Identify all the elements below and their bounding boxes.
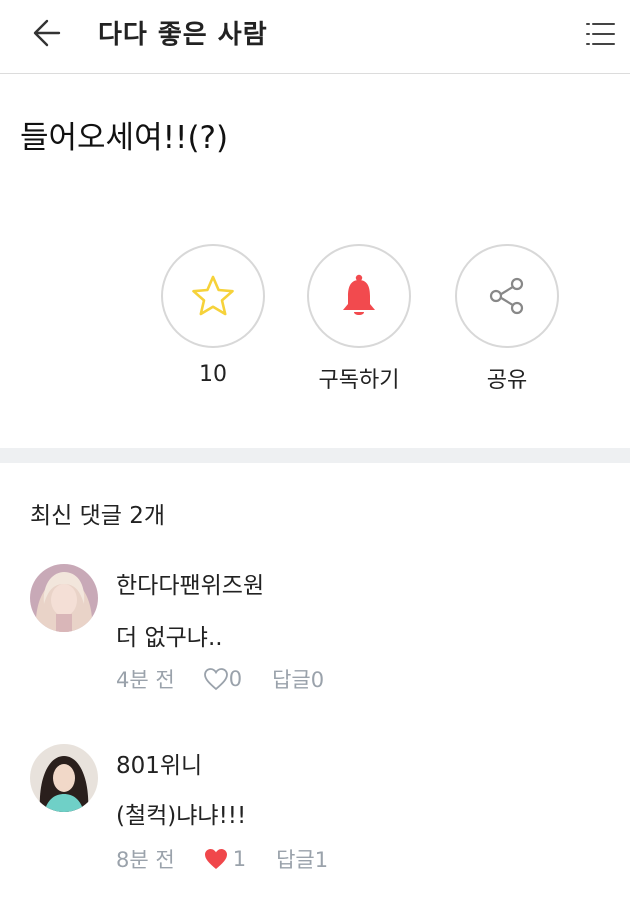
comment-meta: 8분 전 1 답글1 xyxy=(116,844,328,874)
favorite-count: 10 xyxy=(199,362,227,387)
comment-author[interactable]: 801위니 xyxy=(116,746,202,780)
comment-time: 4분 전 xyxy=(116,668,175,692)
heart-outline-icon xyxy=(203,668,228,691)
like-count: 1 xyxy=(232,847,247,871)
subscribe-label: 구독하기 xyxy=(318,368,400,393)
avatar-image xyxy=(30,744,98,812)
share-icon xyxy=(489,277,524,315)
like-button[interactable]: 0 xyxy=(203,667,242,691)
comments-header: 최신 댓글 2개 xyxy=(30,503,166,529)
reply-button[interactable]: 답글0 xyxy=(272,664,324,694)
comment-text: (철컥)냐냐!!! xyxy=(116,803,247,829)
top-bar: 다다 좋은 사람 xyxy=(0,0,630,74)
comment-author[interactable]: 한다다팬위즈원 xyxy=(116,566,264,600)
favorite-action: 10 xyxy=(160,244,266,387)
subscribe-button[interactable] xyxy=(307,244,411,348)
heart-filled-icon xyxy=(204,849,227,869)
star-icon xyxy=(192,275,234,316)
avatar-image xyxy=(30,564,98,632)
menu-icon xyxy=(586,23,615,45)
back-button[interactable] xyxy=(28,14,68,54)
page-title: 다다 좋은 사람 xyxy=(98,20,268,50)
comment-time: 8분 전 xyxy=(116,848,175,872)
share-label: 공유 xyxy=(486,368,528,393)
menu-button[interactable] xyxy=(582,16,618,52)
subscribe-action: 구독하기 xyxy=(306,244,412,394)
comment-text: 더 없구냐.. xyxy=(116,625,223,651)
share-action: 공유 xyxy=(454,244,560,394)
like-count: 0 xyxy=(228,667,243,691)
bell-icon xyxy=(343,274,375,315)
share-button[interactable] xyxy=(455,244,559,348)
post-title: 들어오세여!!(?) xyxy=(20,120,229,156)
section-divider xyxy=(0,448,630,463)
back-arrow-icon xyxy=(33,19,61,47)
comment-meta: 4분 전 0 답글0 xyxy=(116,664,324,694)
avatar[interactable] xyxy=(30,744,98,812)
reply-button[interactable]: 답글1 xyxy=(276,844,328,874)
like-button[interactable]: 1 xyxy=(203,847,246,871)
favorite-button[interactable] xyxy=(161,244,265,348)
avatar[interactable] xyxy=(30,564,98,632)
